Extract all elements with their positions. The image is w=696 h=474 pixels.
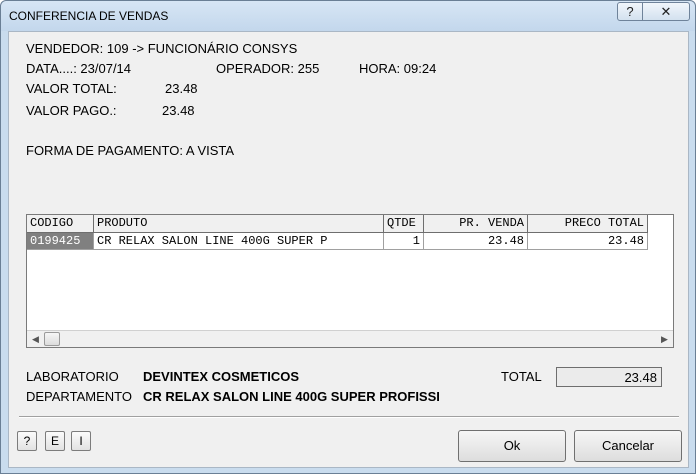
hora-label: HORA: 09:24 <box>359 61 437 76</box>
i-button[interactable]: I <box>71 431 91 451</box>
column-header-pr-venda[interactable]: PR. VENDA <box>424 215 528 233</box>
column-header-produto[interactable]: PRODUTO <box>94 215 384 233</box>
departamento-label: DEPARTAMENTO <box>26 389 132 404</box>
help-icon[interactable]: ? <box>617 2 643 21</box>
laboratorio-label: LABORATORIO <box>26 369 119 384</box>
horizontal-scrollbar[interactable]: ◀ ▶ <box>27 330 673 347</box>
cell-qtde[interactable]: 1 <box>384 233 424 250</box>
column-header-qtde[interactable]: QTDE <box>384 215 424 233</box>
cell-codigo[interactable]: 0199425 <box>27 233 94 250</box>
close-icon[interactable]: ✕ <box>642 2 690 21</box>
help-button[interactable]: ? <box>17 431 37 451</box>
dialog-body: VENDEDOR: 109 -> FUNCIONÁRIO CONSYS DATA… <box>8 31 689 468</box>
window-title: CONFERENCIA DE VENDAS <box>9 9 169 23</box>
cell-pr-venda[interactable]: 23.48 <box>424 233 528 250</box>
departamento-value: CR RELAX SALON LINE 400G SUPER PROFISSI <box>143 389 440 404</box>
ok-button[interactable]: Ok <box>458 430 566 462</box>
items-grid[interactable]: CODIGO PRODUTO QTDE PR. VENDA PRECO TOTA… <box>26 214 674 348</box>
valor-pago-label: VALOR PAGO.: <box>26 103 117 118</box>
total-field: 23.48 <box>556 367 662 387</box>
scroll-left-icon[interactable]: ◀ <box>27 331 44 347</box>
scroll-right-icon[interactable]: ▶ <box>656 331 673 347</box>
valor-total-label: VALOR TOTAL: <box>26 81 117 96</box>
e-button[interactable]: E <box>45 431 65 451</box>
cell-preco-total[interactable]: 23.48 <box>528 233 648 250</box>
column-header-codigo[interactable]: CODIGO <box>27 215 94 233</box>
scroll-thumb[interactable] <box>44 332 60 346</box>
divider <box>19 416 679 418</box>
column-header-preco-total[interactable]: PRECO TOTAL <box>528 215 648 233</box>
dialog-window: CONFERENCIA DE VENDAS ? ✕ VENDEDOR: 109 … <box>0 0 696 474</box>
data-label: DATA....: 23/07/14 <box>26 61 132 76</box>
valor-pago-value: 23.48 <box>162 103 195 118</box>
vendedor-label: VENDEDOR: 109 -> FUNCIONÁRIO CONSYS <box>26 41 298 56</box>
cell-produto[interactable]: CR RELAX SALON LINE 400G SUPER P <box>94 233 384 250</box>
operador-label: OPERADOR: 255 <box>216 61 320 76</box>
forma-pagamento-label: FORMA DE PAGAMENTO: A VISTA <box>26 143 235 158</box>
valor-total-value: 23.48 <box>165 81 198 96</box>
table-row[interactable]: 0199425 CR RELAX SALON LINE 400G SUPER P… <box>27 233 673 250</box>
laboratorio-value: DEVINTEX COSMETICOS <box>143 369 300 384</box>
cancel-button[interactable]: Cancelar <box>574 430 682 462</box>
grid-header: CODIGO PRODUTO QTDE PR. VENDA PRECO TOTA… <box>27 215 673 233</box>
title-bar[interactable]: CONFERENCIA DE VENDAS ? ✕ <box>1 1 695 31</box>
total-label: TOTAL <box>501 369 542 384</box>
